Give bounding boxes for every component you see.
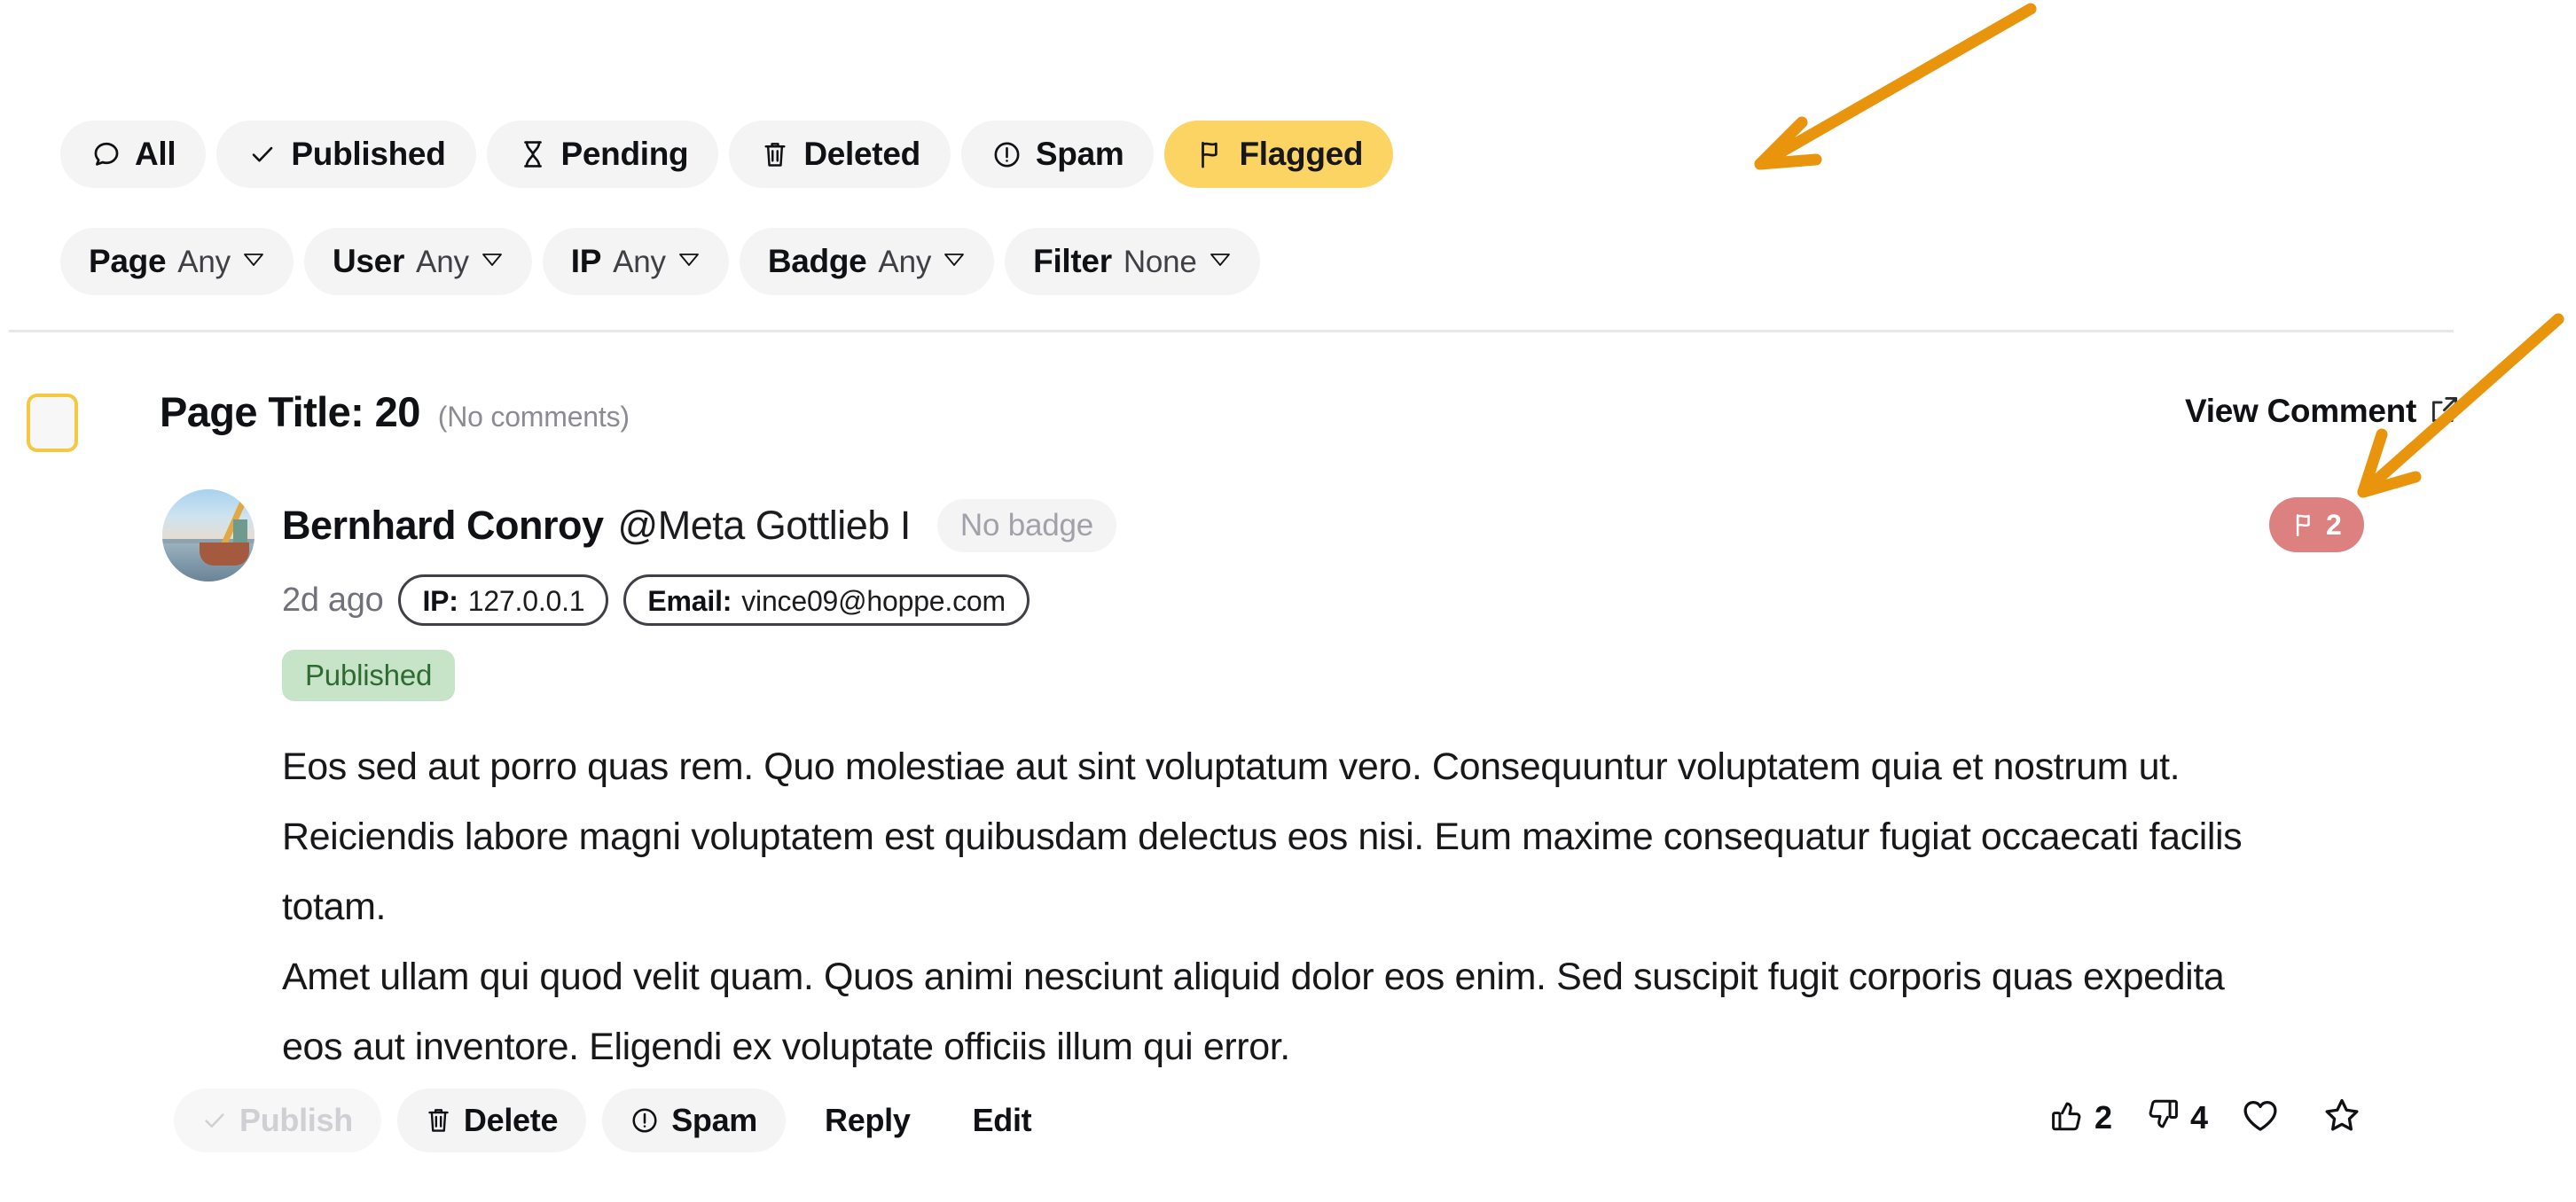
- status-badge: Published: [282, 650, 456, 701]
- tab-published[interactable]: Published: [216, 121, 476, 188]
- spam-button[interactable]: Spam: [602, 1089, 787, 1152]
- spam-button-label: Spam: [671, 1102, 758, 1138]
- alert-icon: [630, 1106, 659, 1135]
- tab-deleted-label: Deleted: [803, 136, 920, 172]
- thumbs-up-icon: [2048, 1097, 2086, 1138]
- tab-spam[interactable]: Spam: [960, 121, 1155, 188]
- hourglass-icon: [517, 138, 549, 170]
- chevron-down-icon: [677, 252, 701, 268]
- trash-icon: [426, 1106, 451, 1135]
- tab-published-label: Published: [291, 136, 446, 172]
- filter-user-label: User: [332, 243, 405, 279]
- star-reaction[interactable]: [2322, 1095, 2371, 1140]
- filter-ip[interactable]: IP Any: [542, 228, 729, 295]
- chevron-down-icon: [943, 252, 966, 268]
- reaction-bar: 2 4: [2048, 1095, 2371, 1140]
- star-icon: [2322, 1095, 2362, 1140]
- comment-timestamp: 2d ago: [282, 581, 384, 619]
- tab-all[interactable]: All: [60, 121, 207, 188]
- filter-filter[interactable]: Filter None: [1005, 228, 1260, 295]
- arrow-to-flagged-tab: [1754, 3, 2037, 170]
- publish-button[interactable]: Publish: [174, 1089, 381, 1152]
- delete-button[interactable]: Delete: [396, 1089, 587, 1152]
- check-icon: [247, 138, 278, 170]
- flag-icon: [1194, 138, 1226, 170]
- filter-badge-value: Any: [878, 245, 932, 279]
- author-badge: No badge: [936, 499, 1117, 552]
- meta-filter-row: Page Any User Any IP Any Badge Any Filte…: [60, 228, 1260, 295]
- trash-icon: [759, 138, 791, 170]
- edit-button[interactable]: Edit: [950, 1089, 1055, 1152]
- section-divider: [9, 330, 2454, 332]
- filter-filter-label: Filter: [1033, 243, 1112, 279]
- edit-button-label: Edit: [972, 1102, 1032, 1138]
- publish-button-label: Publish: [239, 1102, 353, 1138]
- tab-all-label: All: [135, 136, 176, 172]
- comment-author-row: Bernhard Conroy @Meta Gottlieb I No badg…: [282, 499, 1117, 552]
- ip-pill-value: 127.0.0.1: [467, 585, 585, 617]
- external-link-icon: [2429, 394, 2461, 430]
- ip-pill[interactable]: IP: 127.0.0.1: [398, 574, 609, 626]
- author-handle: @Meta Gottlieb I: [617, 503, 912, 548]
- tab-flagged-label: Flagged: [1239, 136, 1364, 172]
- tab-deleted[interactable]: Deleted: [729, 121, 951, 188]
- filter-user-value: Any: [416, 245, 469, 279]
- view-comment-link[interactable]: View Comment: [2185, 393, 2461, 430]
- email-pill-key: Email:: [647, 585, 732, 617]
- chevron-down-icon: [1209, 252, 1232, 268]
- reply-button[interactable]: Reply: [802, 1089, 934, 1152]
- filter-page[interactable]: Page Any: [60, 228, 294, 295]
- filter-ip-value: Any: [613, 245, 666, 279]
- comment-paragraph: Eos sed aut porro quas rem. Quo molestia…: [282, 745, 2243, 928]
- chevron-down-icon: [242, 252, 265, 268]
- comment-meta-row: 2d ago IP: 127.0.0.1 Email: vince09@hopp…: [282, 574, 1030, 626]
- ip-pill-key: IP:: [422, 585, 458, 617]
- comment-body: Eos sed aut porro quas rem. Quo molestia…: [282, 732, 2295, 1082]
- tab-pending[interactable]: Pending: [486, 121, 719, 188]
- filter-filter-value: None: [1123, 245, 1197, 279]
- flag-count-badge[interactable]: 2: [2269, 497, 2364, 552]
- email-pill[interactable]: Email: vince09@hoppe.com: [623, 574, 1030, 626]
- filter-page-label: Page: [89, 243, 167, 279]
- chevron-down-icon: [481, 252, 504, 268]
- reply-button-label: Reply: [825, 1102, 911, 1138]
- tab-pending-label: Pending: [560, 136, 689, 172]
- comment-paragraph: Amet ullam qui quod velit quam. Quos ani…: [282, 956, 2225, 1068]
- filter-badge-label: Badge: [767, 243, 867, 279]
- email-pill-value: vince09@hoppe.com: [741, 585, 1006, 617]
- thread-select-checkbox[interactable]: [27, 394, 78, 452]
- thumbs-up-count: 2: [2094, 1098, 2113, 1136]
- comment-moderation-screen: All Published Pending Deleted Spam Flagg…: [0, 0, 2576, 1202]
- page-title-subtext: (No comments): [437, 401, 630, 433]
- view-comment-label: View Comment: [2185, 393, 2416, 429]
- thumbs-down-reaction[interactable]: 4: [2144, 1097, 2208, 1138]
- heart-icon: [2240, 1095, 2281, 1140]
- flag-icon: [2291, 511, 2316, 538]
- alert-icon: [991, 138, 1023, 170]
- author-name: Bernhard Conroy: [282, 503, 604, 548]
- comment-icon: [90, 138, 122, 170]
- avatar: [162, 489, 254, 581]
- filter-page-value: Any: [177, 245, 231, 279]
- flag-count-value: 2: [2326, 508, 2342, 541]
- tab-spam-label: Spam: [1035, 136, 1124, 172]
- tab-flagged[interactable]: Flagged: [1164, 121, 1394, 188]
- comment-action-bar: Publish Delete Spam Reply Edit: [174, 1089, 1054, 1152]
- page-title: Page Title: 20: [160, 388, 420, 435]
- filter-ip-label: IP: [570, 243, 602, 279]
- heart-reaction[interactable]: [2240, 1095, 2290, 1140]
- delete-button-label: Delete: [463, 1102, 559, 1138]
- filter-badge[interactable]: Badge Any: [739, 228, 995, 295]
- filter-user[interactable]: User Any: [303, 228, 532, 295]
- thumbs-down-icon: [2144, 1097, 2181, 1138]
- thumbs-up-reaction[interactable]: 2: [2048, 1097, 2112, 1138]
- status-filter-tabs: All Published Pending Deleted Spam Flagg…: [60, 121, 1394, 188]
- check-icon: [202, 1108, 227, 1133]
- thread-header: Page Title: 20 (No comments): [160, 387, 630, 436]
- thumbs-down-count: 4: [2190, 1098, 2209, 1136]
